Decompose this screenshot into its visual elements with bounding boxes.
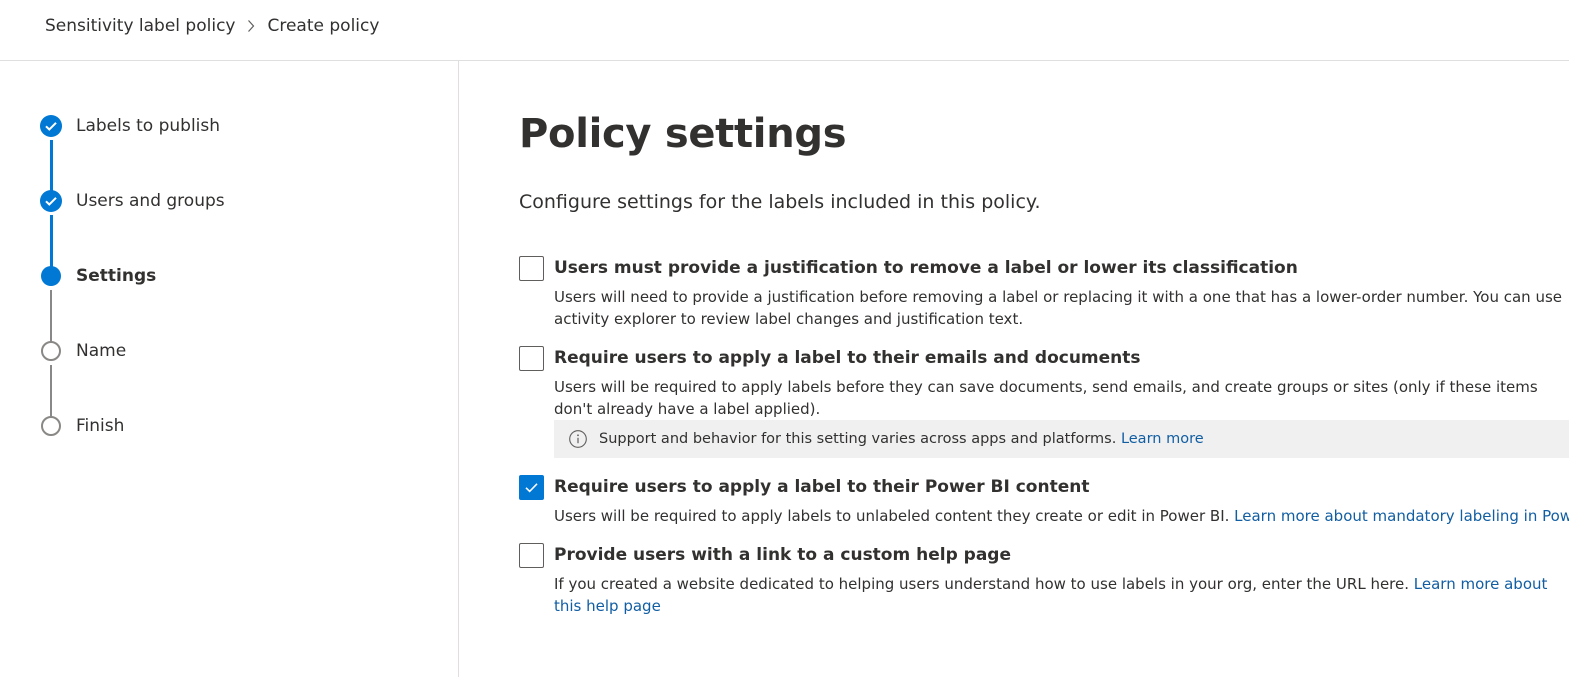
checkmark-icon	[525, 483, 538, 493]
step-label: Finish	[76, 416, 125, 436]
power-bi-checkbox[interactable]	[519, 475, 544, 500]
step-connector	[50, 365, 52, 419]
option-description: If you created a website dedicated to he…	[554, 573, 1569, 617]
breadcrumb-current: Create policy	[267, 16, 380, 36]
step-label: Labels to publish	[76, 116, 221, 136]
step-connector	[50, 215, 53, 269]
breadcrumb: Sensitivity label policy Create policy	[45, 14, 379, 38]
justification-checkbox[interactable]	[519, 256, 544, 281]
checkmark-icon	[40, 190, 62, 212]
step-users-and-groups[interactable]: Users and groups	[40, 190, 225, 212]
step-settings[interactable]: Settings	[40, 265, 156, 287]
breadcrumb-root[interactable]: Sensitivity label policy	[45, 14, 235, 38]
page-title: Policy settings	[519, 111, 847, 157]
page-header: Sensitivity label policy Create policy	[0, 0, 1569, 61]
step-labels-to-publish[interactable]: Labels to publish	[40, 115, 220, 137]
step-connector	[50, 140, 53, 194]
step-label: Settings	[76, 266, 157, 286]
step-finish[interactable]: Finish	[40, 415, 124, 437]
info-message-text: Support and behavior for this setting va…	[599, 431, 1117, 447]
wizard-steps-nav: Labels to publish Users and groups Setti…	[0, 61, 459, 677]
option-description-text: If you created a website dedicated to he…	[554, 575, 1410, 593]
option-title: Provide users with a link to a custom he…	[554, 545, 1012, 565]
option-title: Users must provide a justification to re…	[554, 258, 1298, 278]
option-title: Require users to apply a label to their …	[554, 477, 1090, 497]
page-subtitle: Configure settings for the labels includ…	[519, 191, 1041, 213]
info-icon	[568, 429, 588, 449]
empty-circle-icon	[41, 341, 61, 361]
current-step-icon	[41, 266, 61, 286]
mandatory-label-checkbox[interactable]	[519, 346, 544, 371]
option-description: Users will be required to apply labels b…	[554, 378, 1538, 418]
option-title: Require users to apply a label to their …	[554, 348, 1141, 368]
option-description: Users will be required to apply labels t…	[554, 505, 1569, 527]
empty-circle-icon	[41, 416, 61, 436]
power-bi-learn-more-link[interactable]: Learn more about mandatory labeling in P…	[1234, 507, 1569, 525]
step-connector	[50, 290, 52, 344]
learn-more-link[interactable]: Learn more	[1121, 431, 1204, 447]
step-label: Name	[76, 341, 127, 361]
checkmark-icon	[40, 115, 62, 137]
custom-help-page-checkbox[interactable]	[519, 543, 544, 568]
step-name[interactable]: Name	[40, 340, 126, 362]
step-label: Users and groups	[76, 191, 225, 211]
option-description-text: Users will be required to apply labels t…	[554, 507, 1230, 525]
main-content: Policy settings Configure settings for t…	[519, 61, 1569, 677]
option-description: Users will need to provide a justificati…	[554, 288, 1563, 328]
chevron-right-icon	[239, 14, 263, 38]
info-message-bar: Support and behavior for this setting va…	[554, 420, 1569, 458]
